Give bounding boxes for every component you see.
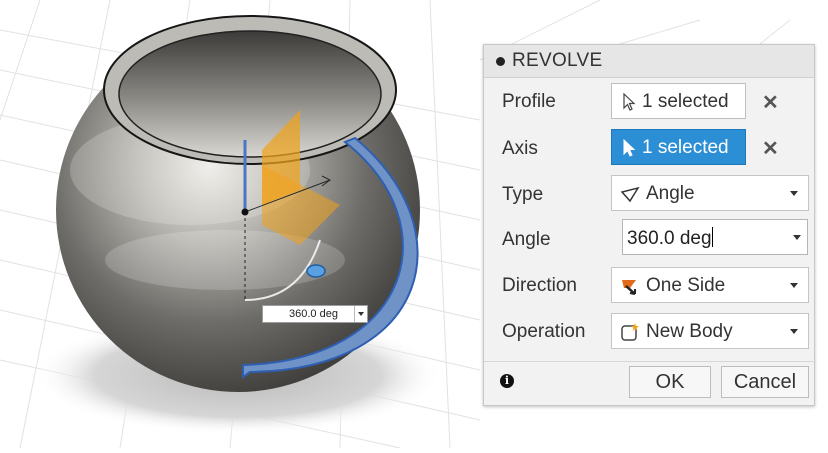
- revolve-dialog: REVOLVE Profile 1 selected ✕ Axis 1 sele…: [483, 44, 815, 406]
- profile-select-button[interactable]: 1 selected: [611, 83, 746, 119]
- chevron-down-icon[interactable]: [793, 235, 801, 240]
- axis-select-button[interactable]: 1 selected: [611, 129, 746, 165]
- bowl-rim-inner: [118, 30, 382, 158]
- operation-value: New Body: [646, 321, 733, 342]
- profile-label: Profile: [502, 91, 556, 112]
- angle-icon: [620, 184, 640, 204]
- direction-value: One Side: [646, 275, 726, 296]
- collapse-dot-icon[interactable]: [496, 57, 505, 66]
- ok-button[interactable]: OK: [629, 366, 711, 398]
- profile-value: 1 selected: [642, 91, 729, 112]
- axis-origin-point: [241, 208, 249, 216]
- dialog-header[interactable]: REVOLVE: [484, 45, 814, 78]
- direction-label: Direction: [502, 275, 577, 296]
- chevron-down-icon: [790, 191, 798, 196]
- footer-divider: [484, 361, 814, 362]
- viewport-angle-dropdown[interactable]: [354, 306, 367, 322]
- angle-manipulator-handle[interactable]: [306, 264, 326, 278]
- type-value: Angle: [646, 183, 695, 204]
- operation-label: Operation: [502, 321, 586, 342]
- cursor-arrow-icon: [622, 92, 636, 117]
- angle-input[interactable]: 360.0 deg: [622, 219, 808, 255]
- one-side-direction-icon: [620, 276, 640, 296]
- cancel-button[interactable]: Cancel: [721, 366, 809, 398]
- text-cursor: [711, 227, 713, 247]
- axis-clear-icon[interactable]: ✕: [762, 136, 779, 161]
- viewport-angle-input[interactable]: 360.0 deg: [262, 305, 368, 323]
- new-body-icon: [620, 322, 640, 342]
- type-dropdown[interactable]: Angle: [611, 175, 809, 211]
- profile-clear-icon[interactable]: ✕: [762, 90, 779, 115]
- angle-label: Angle: [502, 229, 551, 250]
- axis-label: Axis: [502, 138, 538, 159]
- chevron-down-icon: [358, 312, 364, 316]
- info-icon[interactable]: i: [500, 374, 514, 388]
- direction-dropdown[interactable]: One Side: [611, 267, 809, 303]
- angle-value: 360.0 deg: [627, 227, 713, 249]
- axis-value: 1 selected: [642, 137, 729, 158]
- chevron-down-icon: [790, 329, 798, 334]
- chevron-down-icon: [790, 283, 798, 288]
- cursor-arrow-icon: [622, 138, 636, 163]
- sphere-highlight: [105, 230, 345, 290]
- type-label: Type: [502, 184, 544, 205]
- viewport-angle-value: 360.0 deg: [289, 308, 338, 320]
- dialog-title: REVOLVE: [512, 50, 603, 71]
- operation-dropdown[interactable]: New Body: [611, 313, 809, 349]
